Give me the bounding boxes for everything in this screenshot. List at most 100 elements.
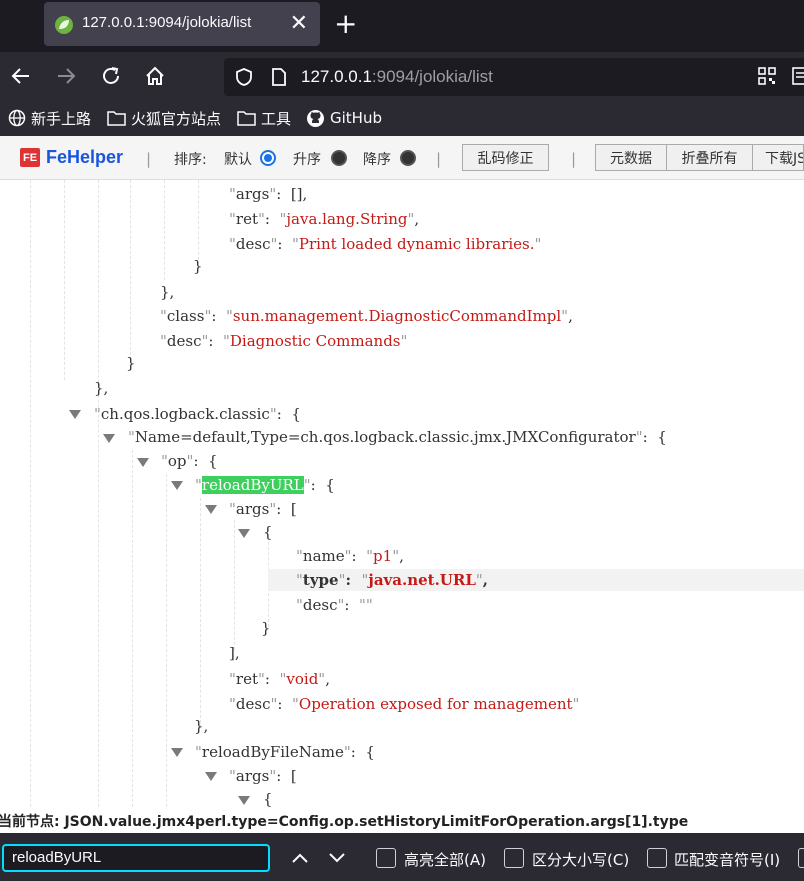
collapse-toggle-icon[interactable] [171,481,183,490]
sort-default-radio[interactable] [260,150,276,166]
json-line: "reloadByURL": { [195,476,335,494]
json-line: "desc": "Print loaded dynamic libraries.… [229,235,542,253]
json-line: "args": [], [229,185,308,203]
download-json-button[interactable]: 下载JSON [752,144,804,171]
indent-guide [130,180,131,360]
toolbar-separator: | [571,150,577,168]
collapse-toggle-icon[interactable] [103,434,115,443]
json-line: "ch.qos.logback.classic": { [94,405,301,423]
json-line-selected: "type": "java.net.URL", [268,569,804,591]
collapse-toggle-icon[interactable] [69,410,81,419]
bookmark-tools[interactable]: 工具 [237,108,291,128]
bookmark-label: 工具 [261,109,292,128]
github-icon [307,109,324,127]
sort-default-label[interactable]: 默认 [224,149,252,169]
json-line: "class": "sun.management.DiagnosticComma… [160,307,573,325]
json-line: "Name=default,Type=ch.qos.logback.classi… [128,428,667,446]
fehelper-name: FeHelper [46,147,124,167]
tab-strip: 127.0.0.1:9094/jolokia/list ✕ + [0,0,804,52]
new-tab-button[interactable]: + [334,8,357,40]
json-line: { [263,523,273,541]
json-line: ], [229,644,240,662]
back-arrow-icon [11,68,29,84]
json-line: "reloadByFileName": { [195,743,375,761]
current-node-path: 当前节点: JSON.value.jmx4perl.type=Config.op… [0,814,689,830]
url-bar[interactable]: 127.0.0.1:9094/jolokia/list [224,58,804,96]
json-line: "args": [ [229,500,297,518]
fehelper-logo-icon: FE [20,148,40,167]
bookmarks-bar: 新手上路 火狐官方站点 工具 GitHub [0,100,804,136]
sort-asc-radio[interactable] [331,150,347,166]
json-line: } [193,257,203,275]
nav-bar: 127.0.0.1:9094/jolokia/list [0,52,804,100]
match-case-checkbox[interactable] [504,848,524,868]
collapse-toggle-icon[interactable] [205,772,217,781]
match-diacritics-label[interactable]: 匹配变音符号(I) [674,849,780,870]
json-viewer: "args": [], "ret": "java.lang.String", "… [0,180,804,807]
json-line: "op": { [161,452,218,470]
reload-button[interactable] [99,64,123,88]
fix-encoding-button[interactable]: 乱码修正 [462,144,549,171]
toolbar-separator: | [146,150,152,168]
search-match: reloadByURL [201,476,304,494]
sort-desc-radio[interactable] [400,150,416,166]
sort-asc-label[interactable]: 升序 [293,149,321,169]
indent-guide [166,474,167,807]
fehelper-toolbar: FE FeHelper | 排序: 默认 升序 降序 | 乱码修正 | 元数据 … [0,136,804,180]
url-text: 127.0.0.1:9094/jolokia/list [301,67,493,87]
json-line: "desc": "Operation exposed for managemen… [229,695,580,713]
indent-guide [164,180,165,280]
page-icon [272,68,286,86]
bookmark-github[interactable]: GitHub [306,108,382,128]
json-line: "ret": "java.lang.String", [229,210,420,228]
tab-active[interactable]: 127.0.0.1:9094/jolokia/list ✕ [44,2,320,46]
find-previous-button[interactable] [289,847,311,869]
json-line: }, [94,379,109,397]
folder-icon [237,111,256,126]
bookmark-label: 火狐官方站点 [131,109,222,128]
collapse-toggle-icon[interactable] [205,505,217,514]
globe-icon [8,109,26,127]
find-input[interactable]: reloadByURL [2,844,270,872]
collapse-toggle-icon[interactable] [238,796,250,805]
json-line: "ret": "void", [229,670,330,688]
json-line: "desc": "Diagnostic Commands" [160,332,408,350]
json-line: "desc": "" [296,596,373,614]
json-line: "args": [ [229,767,297,785]
collapse-toggle-icon[interactable] [137,458,149,467]
sort-label: 排序: [174,152,207,168]
spring-leaf-icon [55,16,73,34]
fold-all-button[interactable]: 折叠所有 [666,144,753,171]
url-path: :9094/jolokia/list [371,67,493,86]
chevron-up-icon [292,853,308,863]
qr-code-icon[interactable] [758,67,776,85]
indent-guide [98,180,99,807]
match-diacritics-checkbox[interactable] [647,848,667,868]
reload-icon [103,67,119,84]
forward-button[interactable] [54,64,78,88]
tab-title: 127.0.0.1:9094/jolokia/list [82,14,252,31]
indent-guide [132,450,133,807]
home-button[interactable] [143,64,167,88]
tab-close-icon[interactable]: ✕ [290,11,308,37]
indent-guide [64,180,65,380]
highlight-all-label[interactable]: 高亮全部(A) [404,849,486,870]
back-button[interactable] [9,64,33,88]
collapse-toggle-icon[interactable] [171,748,183,757]
match-case-label[interactable]: 区分大小写(C) [532,849,629,870]
metadata-button[interactable]: 元数据 [595,144,667,171]
highlight-all-checkbox[interactable] [376,848,396,868]
json-line: } [261,619,271,637]
collapse-toggle-icon[interactable] [238,529,250,538]
reader-view-icon[interactable] [792,66,804,86]
whole-words-checkbox[interactable] [798,848,804,868]
json-line: { [263,790,273,807]
find-next-button[interactable] [326,847,348,869]
bookmark-getting-started[interactable]: 新手上路 [8,108,91,128]
bookmark-label: 新手上路 [31,109,92,128]
bookmark-firefox-sites[interactable]: 火狐官方站点 [107,108,221,128]
chevron-down-icon [329,853,345,863]
toolbar-separator: | [436,150,442,168]
forward-arrow-icon [58,68,76,84]
sort-desc-label[interactable]: 降序 [363,149,391,169]
